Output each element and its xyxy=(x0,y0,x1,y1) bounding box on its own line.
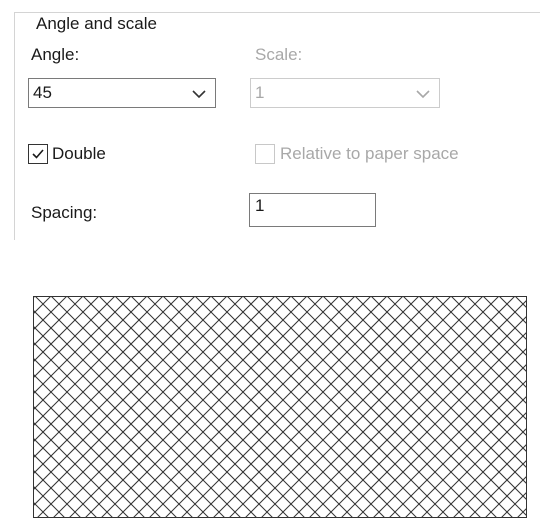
hatch-line xyxy=(482,296,527,341)
hatch-line xyxy=(33,296,84,347)
scale-label: Scale: xyxy=(255,45,303,64)
hatch-line xyxy=(418,296,527,405)
double-checkbox[interactable] xyxy=(28,144,48,164)
relative-to-paper-space-checkbox[interactable] xyxy=(255,144,275,164)
double-label: Double xyxy=(52,144,106,163)
hatch-line xyxy=(356,347,527,518)
hatch-line xyxy=(484,475,527,518)
angle-label: Angle: xyxy=(31,45,80,64)
hatch-line xyxy=(386,296,527,437)
chevron-down-icon xyxy=(416,90,430,99)
crosshatch-pattern xyxy=(33,296,527,518)
chevron-down-icon xyxy=(192,90,206,99)
relative-to-paper-space-label: Relative to paper space xyxy=(280,144,459,163)
spacing-value: 1 xyxy=(255,196,265,215)
spacing-label: Spacing: xyxy=(31,203,98,222)
checkmark-icon xyxy=(32,149,44,159)
group-title: Angle and scale xyxy=(35,14,160,34)
scale-combobox[interactable]: 1 xyxy=(250,78,440,108)
angle-value: 45 xyxy=(33,83,52,102)
hatch-preview xyxy=(33,296,527,518)
angle-combobox[interactable]: 45 xyxy=(28,78,216,108)
hatch-line xyxy=(388,379,527,518)
scale-value: 1 xyxy=(255,83,265,102)
hatch-line xyxy=(33,469,82,518)
hatch-line xyxy=(33,296,212,475)
spacing-input[interactable]: 1 xyxy=(249,193,376,227)
hatch-line xyxy=(354,296,527,469)
